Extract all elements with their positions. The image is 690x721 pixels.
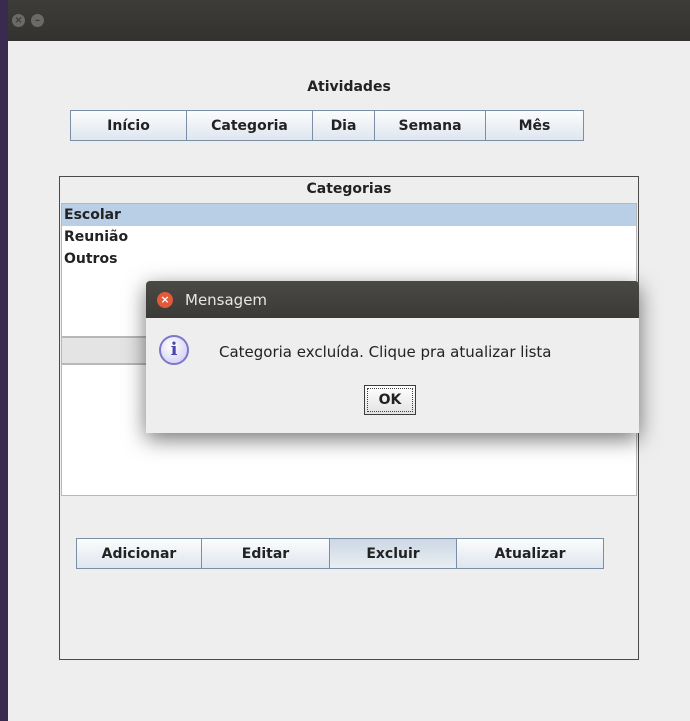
info-icon: i <box>159 335 189 365</box>
list-item-escolar[interactable]: Escolar <box>62 204 636 226</box>
dialog-close-icon[interactable]: × <box>157 291 173 308</box>
nav-tabs: Início Categoria Dia Semana Mês <box>70 110 584 141</box>
dialog-title: Mensagem <box>185 290 268 309</box>
tab-inicio[interactable]: Início <box>70 110 187 141</box>
message-dialog: × Mensagem i Categoria excluída. Clique … <box>146 281 639 433</box>
window-minimize-icon[interactable]: – <box>31 14 44 27</box>
add-button[interactable]: Adicionar <box>76 538 202 569</box>
delete-button[interactable]: Excluir <box>329 538 457 569</box>
categories-header: Categorias <box>306 181 392 197</box>
ok-button[interactable]: OK <box>364 385 416 415</box>
list-item-outros[interactable]: Outros <box>62 248 636 270</box>
refresh-button[interactable]: Atualizar <box>456 538 604 569</box>
tab-mes[interactable]: Mês <box>485 110 584 141</box>
window-titlebar: × – <box>8 0 690 41</box>
dialog-message: Categoria excluída. Clique pra atualizar… <box>219 343 552 361</box>
page-title: Atividades <box>307 79 391 95</box>
tab-categoria[interactable]: Categoria <box>186 110 313 141</box>
edit-button[interactable]: Editar <box>201 538 330 569</box>
list-item-reuniao[interactable]: Reunião <box>62 226 636 248</box>
tab-semana[interactable]: Semana <box>374 110 486 141</box>
window-close-icon[interactable]: × <box>12 14 25 27</box>
action-buttons: Adicionar Editar Excluir Atualizar <box>76 538 604 569</box>
tab-dia[interactable]: Dia <box>312 110 375 141</box>
dialog-titlebar: × Mensagem <box>146 281 639 318</box>
